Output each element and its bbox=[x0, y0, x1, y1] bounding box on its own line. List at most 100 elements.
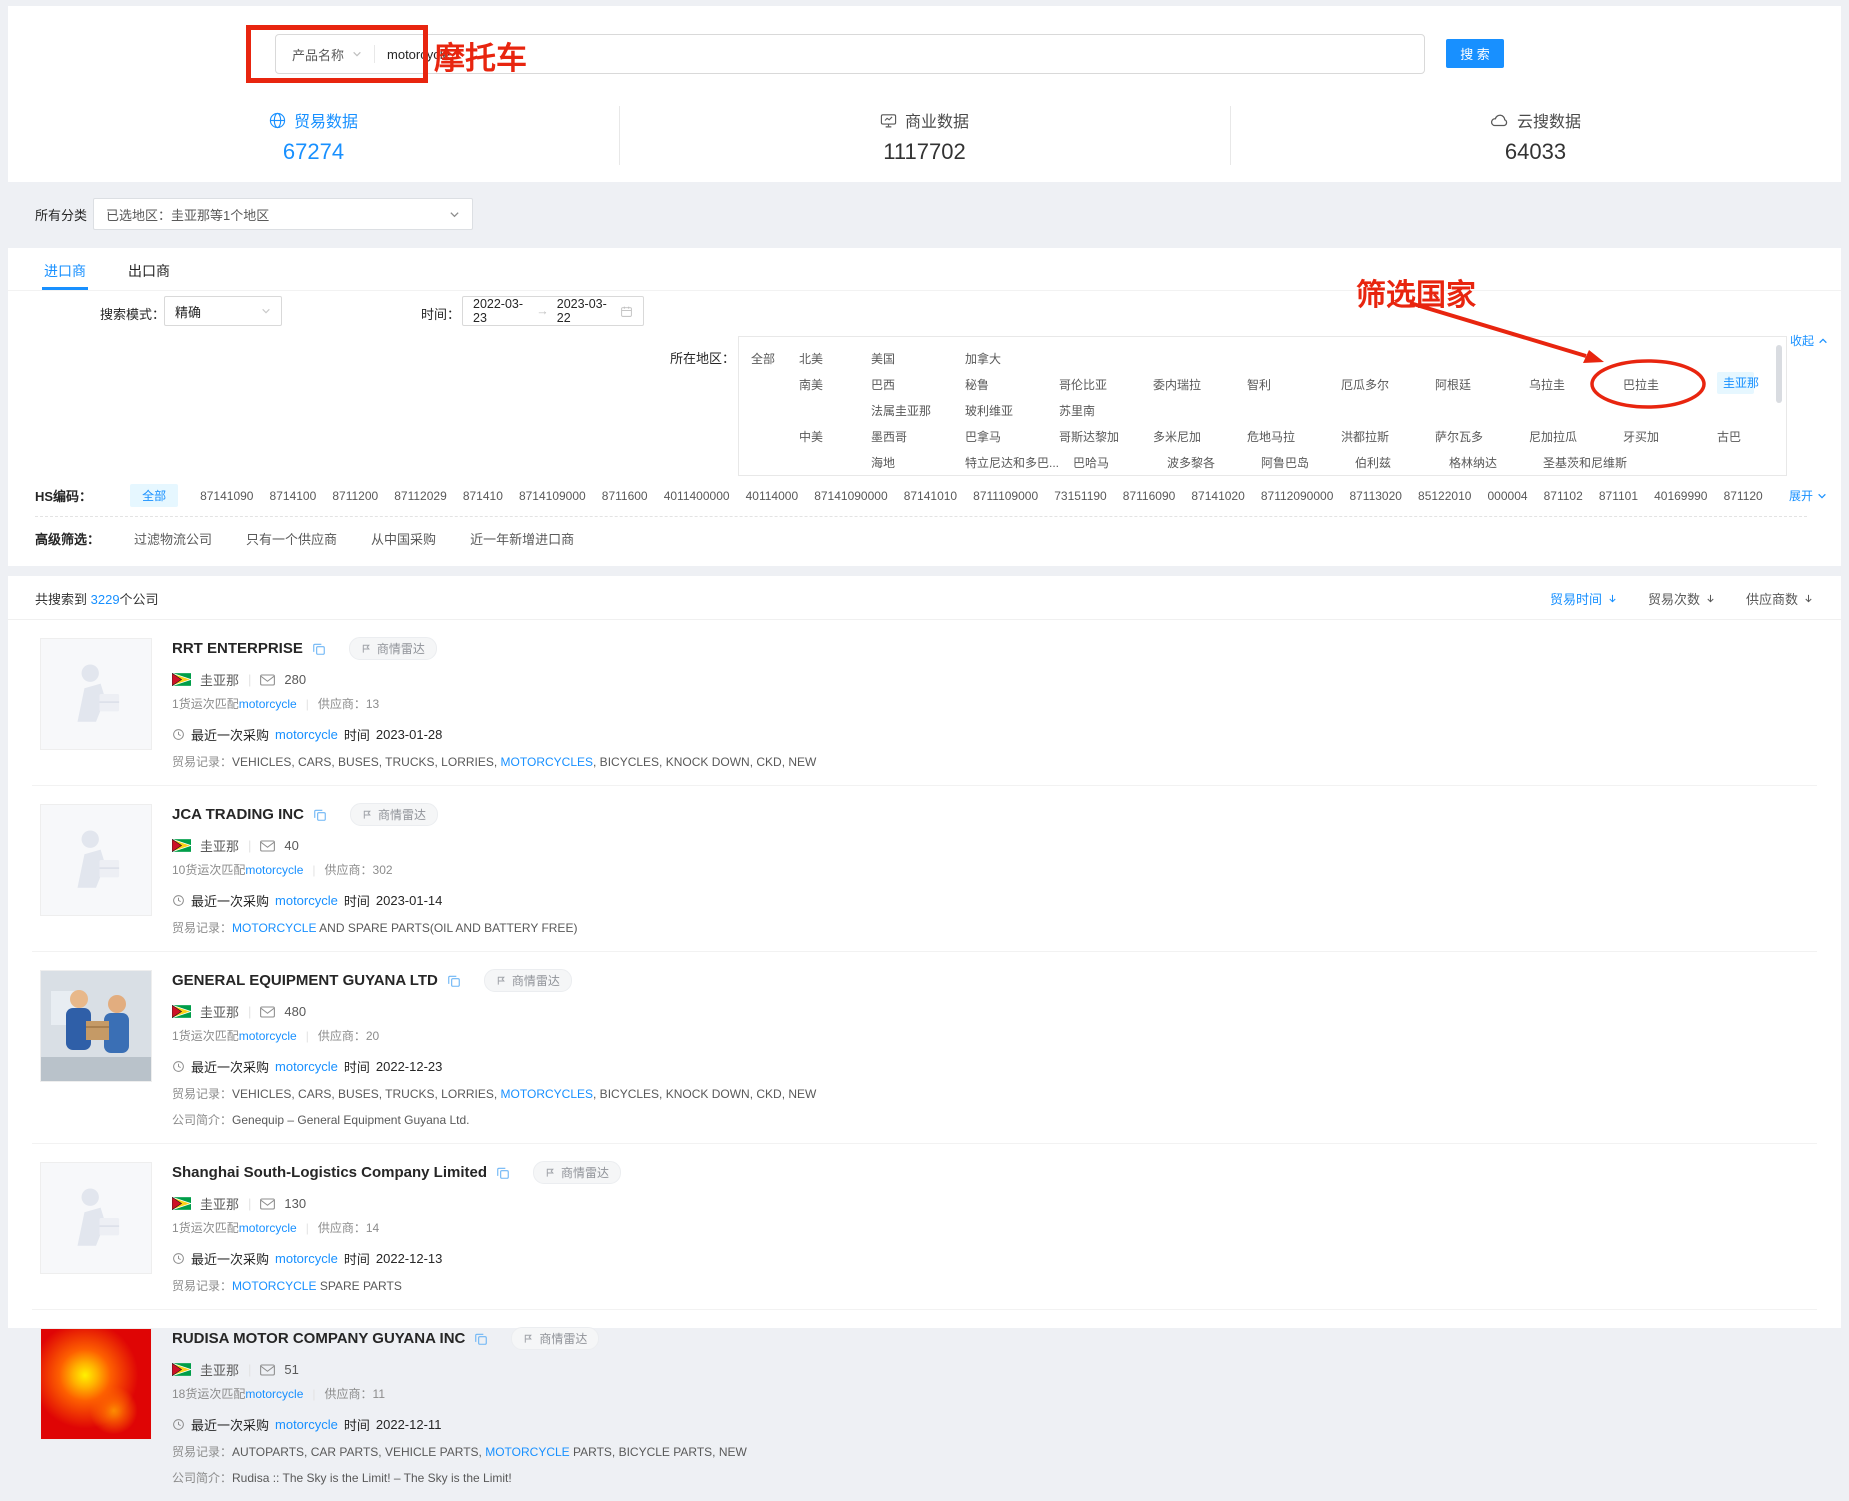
hs-code-option[interactable]: 8711109000 bbox=[973, 489, 1038, 503]
region-option[interactable]: 巴哈马 bbox=[1073, 450, 1153, 476]
sort-trade-count[interactable]: 贸易次数 bbox=[1648, 589, 1716, 608]
region-option[interactable]: 秘鲁 bbox=[965, 372, 1045, 398]
search-input[interactable] bbox=[375, 47, 1424, 62]
hs-code-option[interactable]: 87116090 bbox=[1123, 489, 1176, 503]
region-option[interactable]: 伯利兹 bbox=[1355, 450, 1435, 476]
region-option[interactable]: 阿鲁巴岛 bbox=[1261, 450, 1341, 476]
region-option[interactable]: 海地 bbox=[871, 450, 951, 476]
region-option[interactable]: 圣基茨和尼维斯 bbox=[1543, 450, 1627, 476]
region-option[interactable]: 牙买加 bbox=[1623, 424, 1703, 450]
hs-code-option[interactable]: 87141090000 bbox=[814, 489, 887, 503]
sort-supplier-count[interactable]: 供应商数 bbox=[1746, 589, 1814, 608]
region-option[interactable]: 特立尼达和多巴... bbox=[965, 450, 1059, 476]
region-option[interactable]: 美国 bbox=[871, 346, 951, 372]
region-option[interactable]: 巴拉圭 bbox=[1623, 372, 1703, 398]
region-option[interactable]: 乌拉圭 bbox=[1529, 372, 1609, 398]
business-radar-badge[interactable]: 商情雷达 bbox=[484, 969, 572, 992]
company-name[interactable]: RUDISA MOTOR COMPANY GUYANA INC bbox=[172, 1330, 465, 1347]
expand-hs-link[interactable]: 展开 bbox=[1789, 487, 1827, 504]
hs-code-option[interactable]: 871410 bbox=[463, 489, 503, 503]
stat-cloud-search-data[interactable]: 云搜数据 64033 bbox=[1230, 102, 1841, 165]
search-field-select[interactable]: 产品名称 bbox=[276, 45, 374, 64]
hs-code-option[interactable]: 87113020 bbox=[1349, 489, 1402, 503]
region-option[interactable]: 全部 bbox=[751, 346, 785, 372]
region-option[interactable]: 智利 bbox=[1247, 372, 1327, 398]
stat-business-data[interactable]: 商业数据 1117702 bbox=[619, 102, 1230, 165]
hs-code-option[interactable]: 85122010 bbox=[1418, 489, 1471, 503]
region-option[interactable]: 玻利维亚 bbox=[965, 398, 1045, 424]
company-name[interactable]: GENERAL EQUIPMENT GUYANA LTD bbox=[172, 972, 438, 989]
copy-icon[interactable] bbox=[312, 642, 326, 656]
tab-importer[interactable]: 进口商 bbox=[44, 261, 86, 290]
region-option[interactable]: 萨尔瓦多 bbox=[1435, 424, 1515, 450]
stat-trade-data[interactable]: 贸易数据 67274 bbox=[8, 102, 619, 165]
advanced-option-new-importers[interactable]: 近一年新增进口商 bbox=[470, 529, 574, 548]
hs-code-option[interactable]: 87141010 bbox=[904, 489, 957, 503]
company-name[interactable]: RRT ENTERPRISE bbox=[172, 640, 303, 657]
search-button[interactable]: 搜 索 bbox=[1446, 39, 1504, 68]
advanced-option-from-china[interactable]: 从中国采购 bbox=[371, 529, 436, 548]
hs-all-chip[interactable]: 全部 bbox=[130, 484, 178, 507]
hs-code-option[interactable]: 87141090 bbox=[200, 489, 253, 503]
hs-code-option[interactable]: 8711600 bbox=[602, 489, 648, 503]
region-option[interactable]: 中美 bbox=[799, 424, 857, 450]
company-name[interactable]: JCA TRADING INC bbox=[172, 806, 304, 823]
date-range-picker[interactable]: 2022-03-23 → 2023-03-22 bbox=[462, 296, 644, 326]
hs-code-option[interactable]: 40169990 bbox=[1654, 489, 1707, 503]
hs-code-option[interactable]: 87112090000 bbox=[1261, 489, 1334, 503]
search-mode-select[interactable]: 精确 bbox=[164, 296, 282, 326]
region-option[interactable]: 多米尼加 bbox=[1153, 424, 1233, 450]
hs-code-option[interactable]: 8711200 bbox=[332, 489, 378, 503]
advanced-option-filter-logistics[interactable]: 过滤物流公司 bbox=[134, 529, 212, 548]
hs-code-option[interactable]: 87141020 bbox=[1191, 489, 1244, 503]
hs-code-option[interactable]: 871120 bbox=[1724, 489, 1763, 503]
region-option[interactable]: 危地马拉 bbox=[1247, 424, 1327, 450]
region-option[interactable]: 南美 bbox=[799, 372, 857, 398]
company-thumbnail[interactable] bbox=[40, 804, 152, 916]
hs-code-option[interactable]: 8714109000 bbox=[519, 489, 586, 503]
company-thumbnail[interactable] bbox=[40, 970, 152, 1082]
region-option[interactable]: 哥斯达黎加 bbox=[1059, 424, 1139, 450]
region-option[interactable]: 巴拿马 bbox=[965, 424, 1045, 450]
tab-exporter[interactable]: 出口商 bbox=[128, 261, 170, 290]
region-option[interactable]: 洪都拉斯 bbox=[1341, 424, 1421, 450]
region-option[interactable]: 法属圭亚那 bbox=[871, 398, 951, 424]
region-option[interactable]: 委内瑞拉 bbox=[1153, 372, 1233, 398]
breadcrumb-all-categories[interactable]: 所有分类 bbox=[35, 208, 87, 223]
date-to[interactable]: 2023-03-22 bbox=[557, 297, 612, 325]
copy-icon[interactable] bbox=[313, 808, 327, 822]
company-thumbnail[interactable] bbox=[40, 1328, 152, 1440]
company-thumbnail[interactable] bbox=[40, 1162, 152, 1274]
region-option[interactable]: 圭亚那 bbox=[1717, 372, 1754, 394]
hs-code-option[interactable]: 4011400000 bbox=[664, 489, 730, 503]
company-name[interactable]: Shanghai South-Logistics Company Limited bbox=[172, 1164, 487, 1181]
search-bar[interactable]: 产品名称 bbox=[275, 34, 1425, 74]
region-option[interactable]: 巴西 bbox=[871, 372, 951, 398]
region-option[interactable]: 墨西哥 bbox=[871, 424, 951, 450]
region-scrollbar[interactable] bbox=[1776, 345, 1782, 403]
selected-region-dropdown[interactable]: 已选地区：圭亚那等1个地区 bbox=[93, 198, 473, 230]
region-option[interactable]: 加拿大 bbox=[965, 346, 1045, 372]
region-option[interactable]: 苏里南 bbox=[1059, 398, 1139, 424]
region-option[interactable]: 尼加拉瓜 bbox=[1529, 424, 1609, 450]
breadcrumb[interactable]: 所有分类 › bbox=[35, 205, 101, 224]
hs-code-option[interactable]: 73151190 bbox=[1054, 489, 1107, 503]
region-option[interactable]: 北美 bbox=[799, 346, 857, 372]
advanced-option-single-supplier[interactable]: 只有一个供应商 bbox=[246, 529, 337, 548]
sort-trade-time[interactable]: 贸易时间 bbox=[1550, 589, 1618, 608]
hs-code-option[interactable]: 8714100 bbox=[270, 489, 317, 503]
copy-icon[interactable] bbox=[447, 974, 461, 988]
hs-code-option[interactable]: 000004 bbox=[1488, 489, 1528, 503]
region-option[interactable]: 格林纳达 bbox=[1449, 450, 1529, 476]
region-option[interactable]: 古巴 bbox=[1717, 424, 1787, 450]
region-option[interactable]: 厄瓜多尔 bbox=[1341, 372, 1421, 398]
business-radar-badge[interactable]: 商情雷达 bbox=[349, 637, 437, 660]
region-option[interactable]: 哥伦比亚 bbox=[1059, 372, 1139, 398]
business-radar-badge[interactable]: 商情雷达 bbox=[350, 803, 438, 826]
hs-code-option[interactable]: 40114000 bbox=[746, 489, 799, 503]
region-option[interactable]: 波多黎各 bbox=[1167, 450, 1247, 476]
business-radar-badge[interactable]: 商情雷达 bbox=[511, 1327, 599, 1350]
copy-icon[interactable] bbox=[474, 1332, 488, 1346]
hs-code-option[interactable]: 871101 bbox=[1599, 489, 1638, 503]
region-option[interactable]: 阿根廷 bbox=[1435, 372, 1515, 398]
